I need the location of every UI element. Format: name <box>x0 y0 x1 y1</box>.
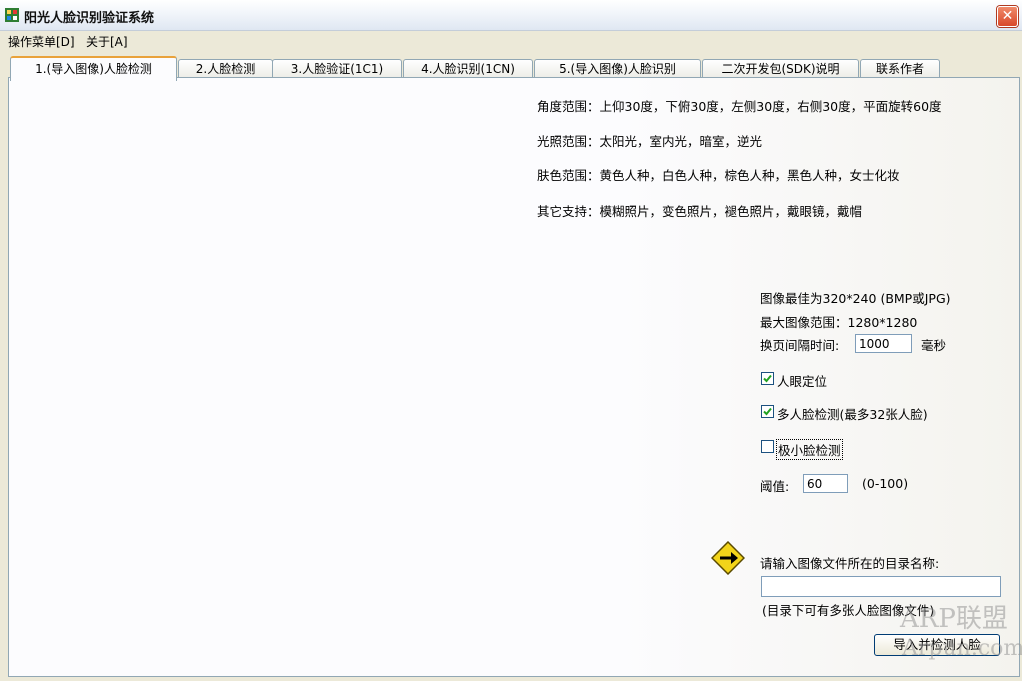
threshold-label: 阈值: <box>760 479 790 494</box>
title-bar: 阳光人脸识别验证系统 ✕ <box>0 0 1022 31</box>
threshold-input[interactable]: 60 <box>803 474 848 493</box>
arrow-right-icon <box>710 540 746 576</box>
menu-about[interactable]: 关于[A] <box>86 33 128 50</box>
tab-import-detect[interactable]: 1.(导入图像)人脸检测 <box>10 56 177 81</box>
eye-locate-checkbox[interactable] <box>761 372 774 385</box>
info-other: 其它支持：模糊照片，变色照片，褪色照片，戴眼镜，戴帽 <box>537 204 863 219</box>
tab-strip: 1.(导入图像)人脸检测 2.人脸检测 3.人脸验证(1C1) 4.人脸识别(1… <box>8 56 1018 81</box>
interval-label: 换页间隔时间: <box>760 338 840 353</box>
interval-input[interactable]: 1000 <box>855 334 912 353</box>
watermark-site: Arpun.com <box>902 636 1022 661</box>
interval-unit: 毫秒 <box>921 338 947 353</box>
tab-contact[interactable]: 联系作者 <box>860 59 940 79</box>
window-title: 阳光人脸识别验证系统 <box>24 11 155 26</box>
app-icon[interactable] <box>5 8 19 22</box>
tiny-face-checkbox[interactable] <box>761 440 774 453</box>
close-button[interactable]: ✕ <box>997 6 1018 27</box>
info-skin: 肤色范围：黄色人种，白色人种，棕色人种，黑色人种，女士化妆 <box>537 168 900 183</box>
check-icon <box>763 407 772 416</box>
tab-import-recognize[interactable]: 5.(导入图像)人脸识别 <box>534 59 701 79</box>
max-size-label: 最大图像范围：1280*1280 <box>760 315 918 330</box>
info-light: 光照范围：太阳光，室内光，暗室，逆光 <box>537 134 763 149</box>
close-icon: ✕ <box>1001 8 1014 24</box>
tab-face-recognize[interactable]: 4.人脸识别(1CN) <box>403 59 533 79</box>
dir-input[interactable] <box>761 576 1001 597</box>
threshold-range: (0-100) <box>862 476 909 491</box>
multi-face-checkbox[interactable] <box>761 405 774 418</box>
multi-face-label[interactable]: 多人脸检测(最多32张人脸) <box>777 404 928 423</box>
eye-locate-label[interactable]: 人眼定位 <box>777 371 827 390</box>
menu-operations[interactable]: 操作菜单[D] <box>8 33 75 50</box>
tab-sdk[interactable]: 二次开发包(SDK)说明 <box>702 59 859 79</box>
tab-face-detect[interactable]: 2.人脸检测 <box>178 59 273 79</box>
watermark-logo: ARP联盟 <box>900 604 1008 634</box>
best-size-label: 图像最佳为320*240 (BMP或JPG) <box>760 291 951 306</box>
tab-face-verify[interactable]: 3.人脸验证(1C1) <box>272 59 402 79</box>
info-angle: 角度范围：上仰30度，下俯30度，左侧30度，右侧30度，平面旋转60度 <box>537 99 942 114</box>
tiny-face-label[interactable]: 极小脸检测 <box>776 439 843 460</box>
menu-bar: 操作菜单[D] 关于[A] <box>0 31 1022 50</box>
dir-prompt: 请输入图像文件所在的目录名称: <box>760 556 940 571</box>
check-icon <box>763 374 772 383</box>
